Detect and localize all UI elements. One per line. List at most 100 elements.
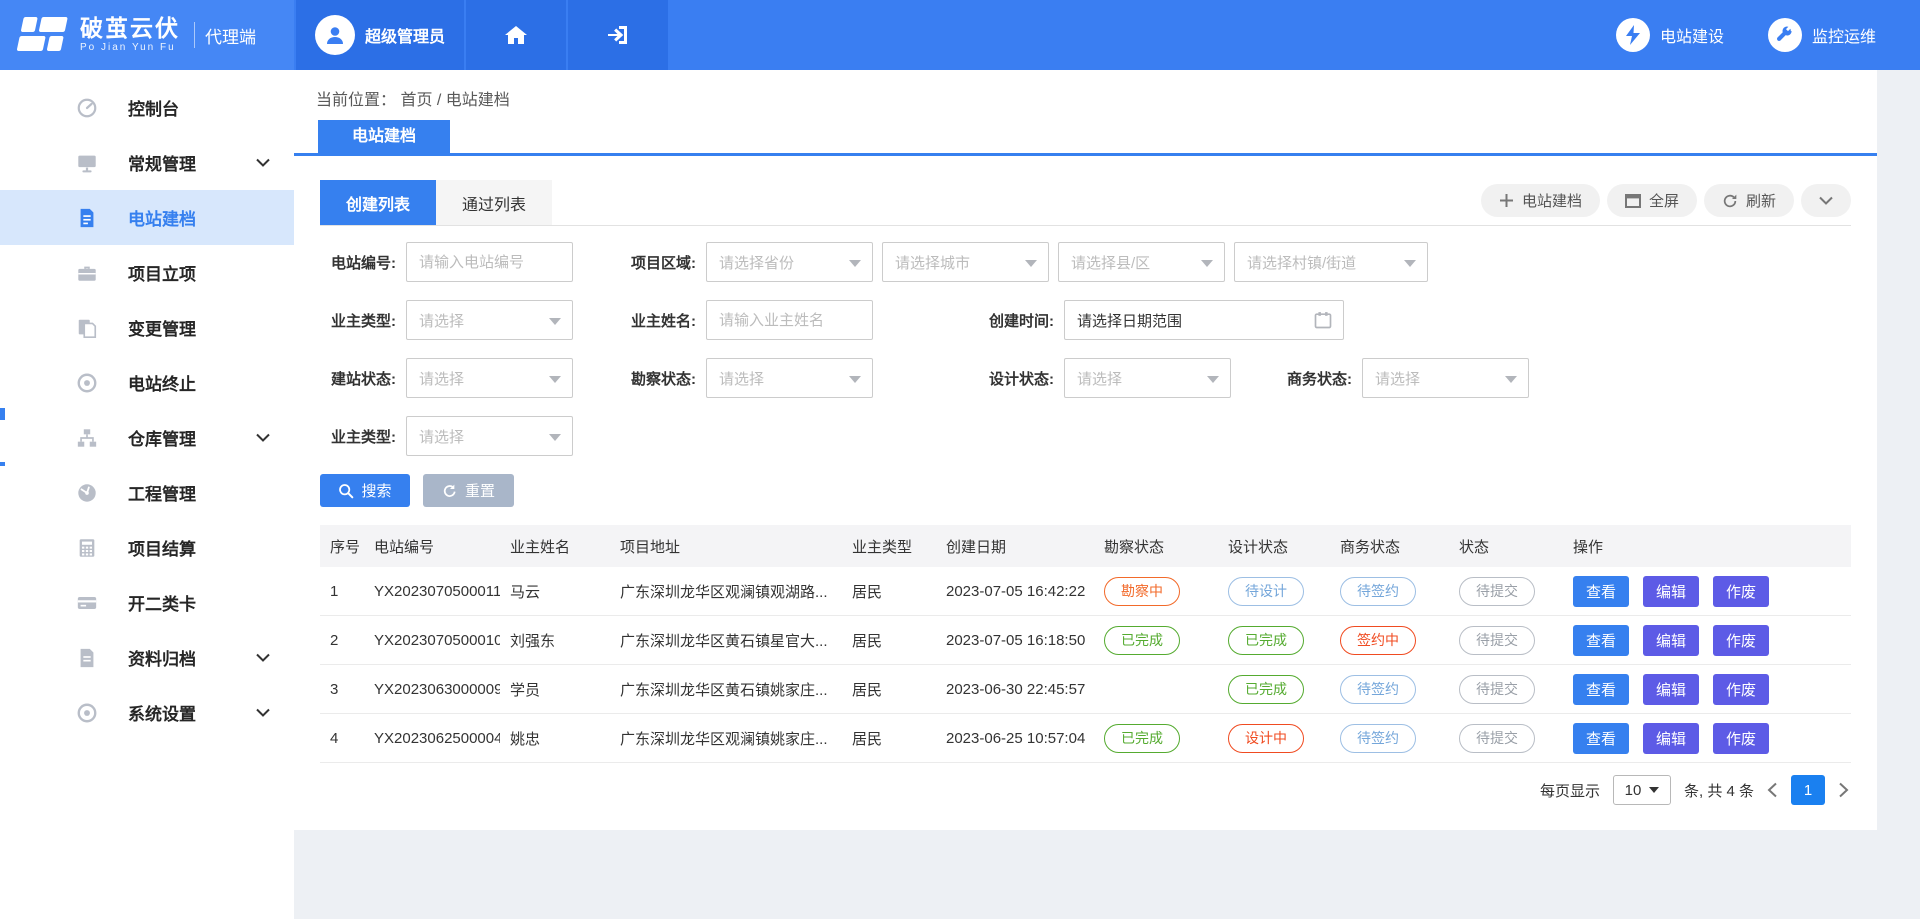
sidebar-item-project-settlement[interactable]: 项目结算 — [0, 520, 294, 575]
table-row: 1 YX2023070500011 马云 广东深圳龙华区观澜镇观湖路... 居民… — [320, 567, 1851, 616]
sidebar-item-general-mgmt[interactable]: 常规管理 — [0, 135, 294, 190]
caret-down-icon — [1201, 260, 1213, 267]
main-content: 当前位置： 首页 / 电站建档 电站建档 创建列表 通过列表 电站建档 全屏 — [294, 70, 1877, 830]
dashboard-icon — [76, 97, 98, 119]
logout-button[interactable] — [568, 0, 668, 70]
caret-down-icon — [549, 434, 561, 441]
reset-button[interactable]: 重置 — [423, 474, 514, 507]
void-button[interactable]: 作废 — [1713, 723, 1769, 754]
table-row: 2 YX2023070500010 刘强东 广东深圳龙华区黄石镇星官大... 居… — [320, 616, 1851, 665]
station-code-input[interactable] — [406, 242, 573, 282]
edit-button[interactable]: 编辑 — [1643, 723, 1699, 754]
page-number-button[interactable]: 1 — [1791, 775, 1825, 805]
void-button[interactable]: 作废 — [1713, 576, 1769, 607]
status-badge: 签约中 — [1340, 626, 1416, 655]
view-button[interactable]: 查看 — [1573, 674, 1629, 705]
tab-passed-list[interactable]: 通过列表 — [436, 180, 552, 225]
view-button[interactable]: 查看 — [1573, 576, 1629, 607]
briefcase-icon — [76, 262, 98, 284]
caret-down-icon — [849, 260, 861, 267]
sidebar-item-engineering-mgmt[interactable]: 工程管理 — [0, 465, 294, 520]
logo: 破茧云伏 Po Jian Yun Fu 代理端 — [0, 0, 294, 70]
filter-row-4: 业主类型: 请选择 — [320, 416, 1851, 456]
reset-icon — [442, 483, 458, 499]
owner-name-input[interactable] — [706, 300, 873, 340]
business-status-select[interactable]: 请选择 — [1362, 358, 1529, 398]
nav-monitor-ops[interactable]: 监控运维 — [1768, 0, 1876, 70]
add-station-button[interactable]: 电站建档 — [1481, 184, 1600, 217]
home-button[interactable] — [466, 0, 566, 70]
design-status-select[interactable]: 请选择 — [1064, 358, 1231, 398]
copy-icon — [76, 317, 98, 339]
status-badge: 勘察中 — [1104, 577, 1180, 606]
caret-down-icon — [1649, 787, 1659, 793]
void-button[interactable]: 作废 — [1713, 625, 1769, 656]
owner-type-label: 业主类型: — [320, 310, 406, 331]
page-tab-station-archive[interactable]: 电站建档 — [318, 120, 450, 153]
prev-page-button[interactable] — [1767, 782, 1778, 798]
caret-down-icon — [1505, 376, 1517, 383]
sidebar-item-data-archive[interactable]: 资料归档 — [0, 630, 294, 685]
void-button[interactable]: 作废 — [1713, 674, 1769, 705]
search-button[interactable]: 搜索 — [320, 474, 410, 507]
chevron-down-icon — [256, 649, 270, 667]
owner-type2-select[interactable]: 请选择 — [406, 416, 573, 456]
survey-status-label: 勘察状态: — [573, 368, 706, 389]
breadcrumb-path[interactable]: 首页 / 电站建档 — [400, 92, 509, 109]
total-count-label: 条, 共 4 条 — [1684, 780, 1754, 801]
sidebar-item-console[interactable]: 控制台 — [0, 80, 294, 135]
business-status-label: 商务状态: — [1231, 368, 1362, 389]
table-row: 3 YX2023063000009 学员 广东深圳龙华区黄石镇姚家庄... 居民… — [320, 665, 1851, 714]
province-select[interactable]: 请选择省份 — [706, 242, 873, 282]
sidebar: 控制台 常规管理 电站建档 项目立项 变更管理 电站终止 — [0, 70, 294, 919]
view-button[interactable]: 查看 — [1573, 625, 1629, 656]
survey-status-select[interactable]: 请选择 — [706, 358, 873, 398]
lightning-icon — [1624, 25, 1642, 45]
status-badge: 已完成 — [1104, 724, 1180, 753]
collapse-button[interactable] — [1801, 184, 1851, 217]
status-badge: 已完成 — [1104, 626, 1180, 655]
station-table: 序号 电站编号 业主姓名 项目地址 业主类型 创建日期 勘察状态 设计状态 商务… — [320, 525, 1851, 763]
region-label: 项目区域: — [573, 252, 706, 273]
refresh-button[interactable]: 刷新 — [1704, 184, 1794, 217]
sidebar-item-project-initiation[interactable]: 项目立项 — [0, 245, 294, 300]
filter-row-1: 电站编号: 项目区域: 请选择省份 请选择城市 请选择县/区 请选择村镇/街道 — [320, 242, 1851, 282]
sidebar-item-system-settings[interactable]: 系统设置 — [0, 685, 294, 740]
caret-down-icon — [549, 318, 561, 325]
pagination: 每页显示 10 条, 共 4 条 1 — [320, 775, 1851, 805]
page-tab-bar: 电站建档 — [294, 120, 1877, 156]
nav-station-build[interactable]: 电站建设 — [1616, 0, 1724, 70]
breadcrumb: 当前位置： 首页 / 电站建档 — [294, 70, 1877, 110]
status-badge: 已完成 — [1228, 675, 1304, 704]
edit-button[interactable]: 编辑 — [1643, 576, 1699, 607]
chevron-right-icon — [1838, 782, 1849, 798]
edit-button[interactable]: 编辑 — [1643, 674, 1699, 705]
portal-tag: 代理端 — [205, 23, 256, 48]
sidebar-item-station-archive[interactable]: 电站建档 — [0, 190, 294, 245]
status-badge: 待提交 — [1459, 675, 1535, 704]
panel: 创建列表 通过列表 电站建档 全屏 刷新 — [294, 180, 1877, 805]
sidebar-item-type2-card[interactable]: 开二类卡 — [0, 575, 294, 630]
edit-button[interactable]: 编辑 — [1643, 625, 1699, 656]
next-page-button[interactable] — [1838, 782, 1849, 798]
county-select[interactable]: 请选择县/区 — [1058, 242, 1225, 282]
city-select[interactable]: 请选择城市 — [882, 242, 1049, 282]
sidebar-item-change-mgmt[interactable]: 变更管理 — [0, 300, 294, 355]
build-status-select[interactable]: 请选择 — [406, 358, 573, 398]
sidebar-item-station-termination[interactable]: 电站终止 — [0, 355, 294, 410]
town-select[interactable]: 请选择村镇/街道 — [1234, 242, 1428, 282]
tab-create-list[interactable]: 创建列表 — [320, 180, 436, 225]
owner-type-select[interactable]: 请选择 — [406, 300, 573, 340]
per-page-select[interactable]: 10 — [1613, 775, 1671, 805]
user-menu[interactable]: 超级管理员 — [296, 0, 464, 70]
chevron-down-icon — [256, 429, 270, 447]
date-range-picker[interactable]: 请选择日期范围 — [1064, 300, 1344, 340]
home-icon — [503, 23, 529, 47]
filter-buttons: 搜索 重置 — [320, 474, 1851, 507]
calculator-icon — [76, 537, 98, 559]
fullscreen-button[interactable]: 全屏 — [1607, 184, 1697, 217]
status-badge: 已完成 — [1228, 626, 1304, 655]
sidebar-item-warehouse-mgmt[interactable]: 仓库管理 — [0, 410, 294, 465]
view-button[interactable]: 查看 — [1573, 723, 1629, 754]
caret-down-icon — [1404, 260, 1416, 267]
